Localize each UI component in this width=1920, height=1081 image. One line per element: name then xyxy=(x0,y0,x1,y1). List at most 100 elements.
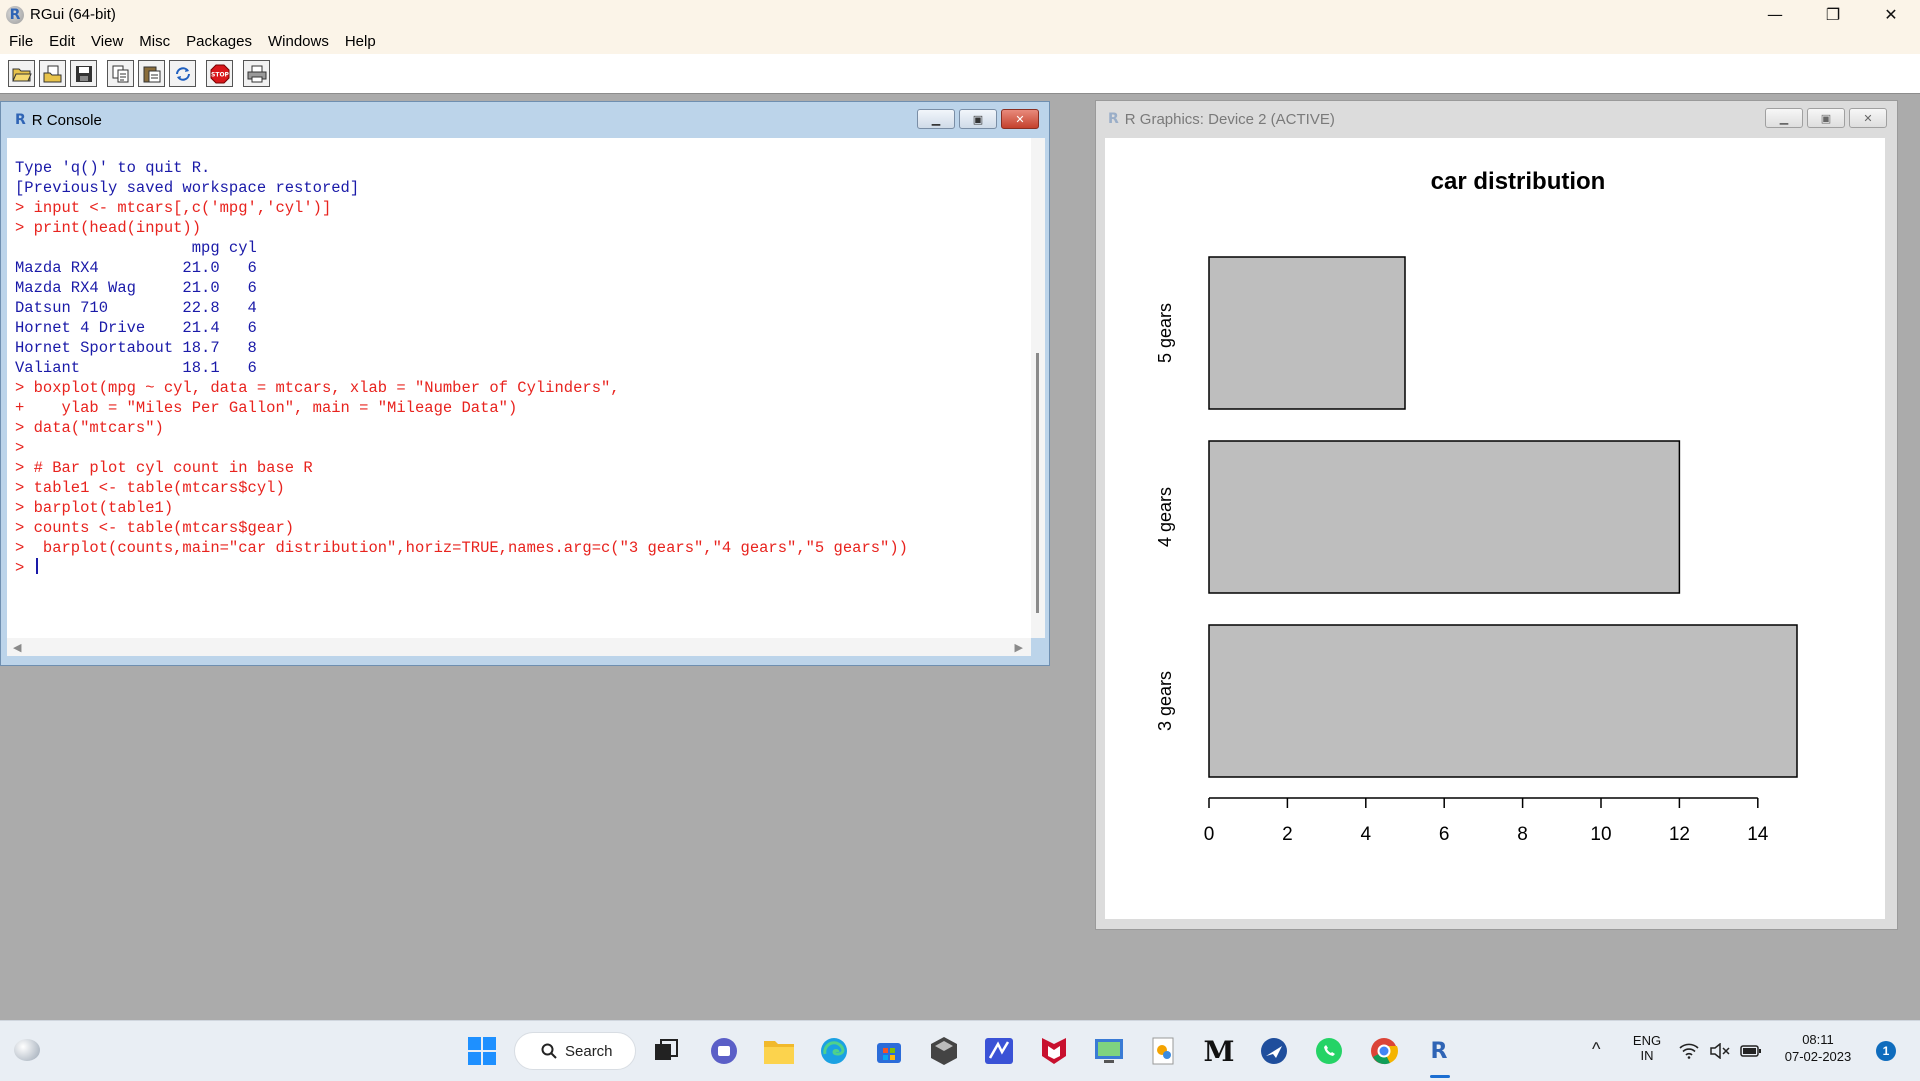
console-close-button[interactable]: ✕ xyxy=(1001,109,1039,129)
console-line: > table1 <- table(mtcars$cyl) xyxy=(15,479,285,497)
x-tick-label: 6 xyxy=(1439,824,1450,845)
scroll-right-icon[interactable]: ▶ xyxy=(1015,641,1023,654)
console-prompt[interactable]: > xyxy=(15,558,908,578)
teams-icon[interactable] xyxy=(707,1034,741,1068)
volume-muted-icon[interactable] xyxy=(1707,1034,1733,1068)
clock-date: 07-02-2023 xyxy=(1784,1049,1852,1064)
menu-file[interactable]: File xyxy=(0,33,41,50)
menu-help[interactable]: Help xyxy=(337,33,384,50)
menu-misc[interactable]: Misc xyxy=(131,33,178,50)
r-logo-icon: R xyxy=(6,5,24,24)
task-view-icon[interactable] xyxy=(649,1034,683,1068)
console-line: > barplot(table1) xyxy=(15,499,174,517)
chart-title: car distribution xyxy=(1431,168,1606,195)
file-explorer-icon[interactable] xyxy=(762,1034,796,1068)
graphics-title: R Graphics: Device 2 (ACTIVE) xyxy=(1124,110,1335,128)
console-line: > # Bar plot cyl count in base R xyxy=(15,459,313,477)
clock-time: 08:11 xyxy=(1802,1032,1834,1047)
console-line: > print(head(input)) xyxy=(15,219,202,237)
x-tick-label: 14 xyxy=(1747,824,1769,845)
console-line: Type 'q()' to quit R. xyxy=(15,159,211,177)
r-icon[interactable]: R xyxy=(1422,1034,1456,1068)
paste-button[interactable] xyxy=(138,60,165,87)
notification-badge[interactable]: 1 xyxy=(1876,1041,1896,1061)
stop-button[interactable]: STOP xyxy=(206,60,233,87)
r-graphics-window[interactable]: R R Graphics: Device 2 (ACTIVE) ▁ ▣ ✕ ca… xyxy=(1095,100,1898,930)
paste-icon xyxy=(143,66,160,82)
copy-paste-icon xyxy=(175,66,190,81)
graphics-close-button[interactable]: ✕ xyxy=(1849,108,1887,128)
language-code: ENG xyxy=(1632,1033,1662,1048)
save-button[interactable] xyxy=(70,60,97,87)
console-line: mpg cyl xyxy=(15,239,257,257)
copy-paste-button[interactable] xyxy=(169,60,196,87)
svg-text:STOP: STOP xyxy=(211,71,230,78)
console-line: Mazda RX4 21.0 6 xyxy=(15,259,257,277)
console-minimize-button[interactable]: ▁ xyxy=(917,109,955,129)
language-indicator[interactable]: ENG IN xyxy=(1630,1033,1664,1063)
print-button[interactable] xyxy=(243,60,270,87)
menu-windows[interactable]: Windows xyxy=(260,33,337,50)
taskbar: Search M R ^ ENG IN 08:11 07-02-2023 1 xyxy=(0,1020,1920,1081)
minimize-button[interactable]: — xyxy=(1746,0,1804,29)
close-button[interactable]: ✕ xyxy=(1862,0,1920,29)
restore-button[interactable]: ❐ xyxy=(1804,0,1862,29)
menu-view[interactable]: View xyxy=(83,33,131,50)
open-script-button[interactable] xyxy=(8,60,35,87)
x-tick-label: 10 xyxy=(1590,824,1611,845)
battery-icon[interactable] xyxy=(1738,1034,1764,1068)
load-workspace-button[interactable] xyxy=(39,60,66,87)
chrome-icon[interactable] xyxy=(1367,1034,1401,1068)
bar-5-gears xyxy=(1208,256,1406,410)
start-icon[interactable] xyxy=(465,1034,499,1068)
taskbar-search[interactable]: Search xyxy=(514,1032,636,1070)
console-line: > input <- mtcars[,c('mpg','cyl')] xyxy=(15,199,332,217)
x-tick-label: 0 xyxy=(1204,824,1215,845)
console-line: > counts <- table(mtcars$gear) xyxy=(15,519,295,537)
scrollbar-thumb[interactable] xyxy=(1036,353,1039,613)
console-line: Hornet Sportabout 18.7 8 xyxy=(15,339,257,357)
console-line: > barplot(counts,main="car distribution"… xyxy=(15,539,908,557)
edge-icon[interactable] xyxy=(817,1034,851,1068)
console-line: Hornet 4 Drive 21.4 6 xyxy=(15,319,257,337)
store-icon[interactable] xyxy=(872,1034,906,1068)
weather-icon[interactable] xyxy=(14,1039,40,1061)
screen-app-icon[interactable] xyxy=(1092,1034,1126,1068)
bar-label: 4 gears xyxy=(1155,487,1175,547)
graphics-minimize-button[interactable]: ▁ xyxy=(1765,108,1803,128)
pen-app-icon[interactable] xyxy=(982,1034,1016,1068)
console-maximize-button[interactable]: ▣ xyxy=(959,109,997,129)
bar-label: 3 gears xyxy=(1155,671,1175,731)
mcafee-icon[interactable] xyxy=(1037,1034,1071,1068)
tray-overflow-chevron[interactable]: ^ xyxy=(1592,1039,1600,1060)
browser-app-icon[interactable] xyxy=(1257,1034,1291,1068)
console-output[interactable]: Type 'q()' to quit R. [Previously saved w… xyxy=(7,138,1031,638)
console-titlebar[interactable]: R R Console ▁ ▣ ✕ xyxy=(1,102,1049,138)
graphics-titlebar[interactable]: R R Graphics: Device 2 (ACTIVE) ▁ ▣ ✕ xyxy=(1096,101,1897,137)
scroll-left-icon[interactable]: ◀ xyxy=(13,641,21,654)
console-line: Mazda RX4 Wag 21.0 6 xyxy=(15,279,257,297)
mdi-workspace: R R Console ▁ ▣ ✕ Type 'q()' to quit R. [… xyxy=(0,95,1920,1020)
graphics-maximize-button[interactable]: ▣ xyxy=(1807,108,1845,128)
active-app-indicator xyxy=(1430,1075,1450,1078)
r-console-window[interactable]: R R Console ▁ ▣ ✕ Type 'q()' to quit R. [… xyxy=(0,101,1050,666)
whatsapp-icon[interactable] xyxy=(1312,1034,1346,1068)
print-icon xyxy=(247,65,266,82)
m-app-icon[interactable]: M xyxy=(1202,1034,1236,1068)
menu-packages[interactable]: Packages xyxy=(178,33,260,50)
console-line: [Previously saved workspace restored] xyxy=(15,179,360,197)
app-icon[interactable] xyxy=(927,1034,961,1068)
menu-bar: File Edit View Misc Packages Windows Hel… xyxy=(0,29,1920,54)
x-tick-label: 2 xyxy=(1282,824,1293,845)
search-icon xyxy=(541,1043,557,1059)
console-vertical-scrollbar[interactable] xyxy=(1031,138,1045,638)
console-lines: Type 'q()' to quit R. [Previously saved w… xyxy=(15,158,908,578)
console-horizontal-scrollbar[interactable]: ◀ ▶ xyxy=(7,638,1031,656)
clock[interactable]: 08:11 07-02-2023 xyxy=(1778,1032,1858,1064)
paint-app-icon[interactable] xyxy=(1147,1034,1181,1068)
app-titlebar: R RGui (64-bit) — ❐ ✕ xyxy=(0,0,1920,29)
wifi-icon[interactable] xyxy=(1676,1034,1702,1068)
language-region: IN xyxy=(1640,1048,1654,1063)
menu-edit[interactable]: Edit xyxy=(41,33,83,50)
copy-button[interactable] xyxy=(107,60,134,87)
